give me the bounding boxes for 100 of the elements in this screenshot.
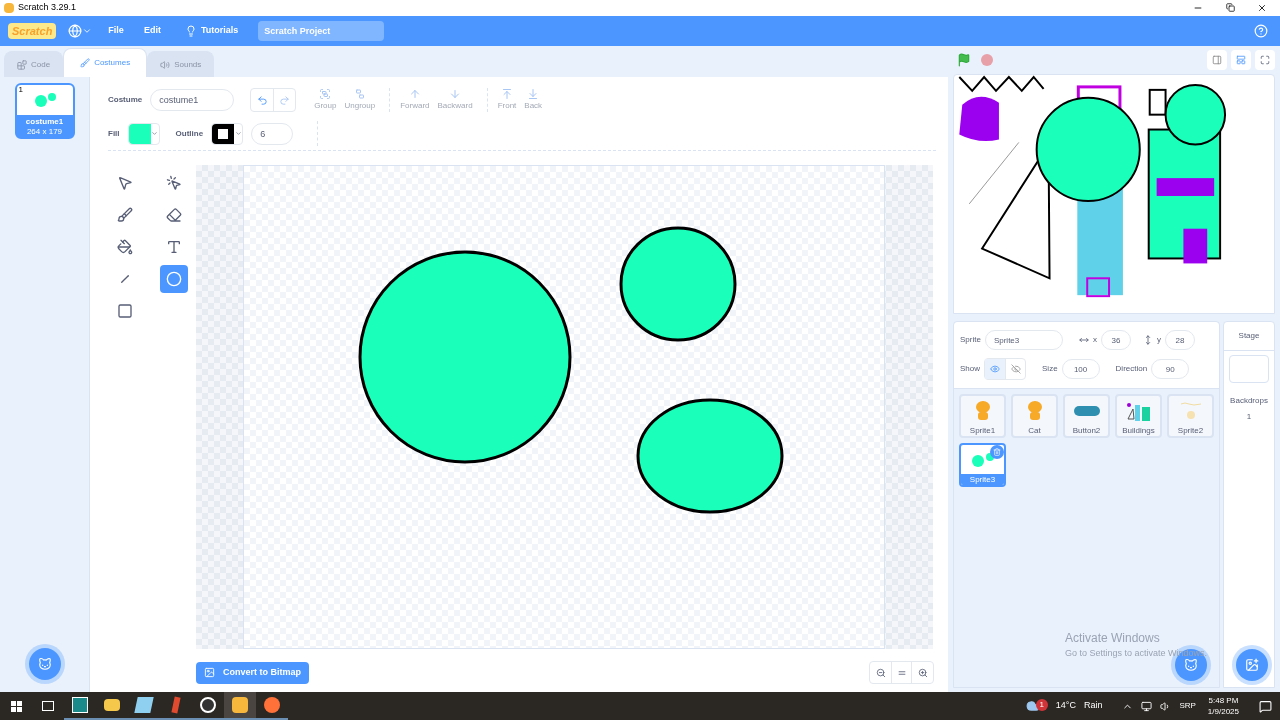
redo-icon bbox=[279, 94, 291, 106]
pill-icon bbox=[1073, 405, 1100, 416]
brush-icon bbox=[116, 207, 133, 223]
tab[interactable]: Costumes bbox=[63, 48, 148, 77]
sprite-tile[interactable]: Sprite1 bbox=[959, 394, 1006, 438]
sprite-tile[interactable]: Buildings bbox=[1115, 394, 1162, 438]
choose-costume-button[interactable] bbox=[28, 648, 61, 680]
eraser-icon bbox=[165, 207, 182, 223]
lightbulb-icon bbox=[184, 25, 197, 37]
flag-button[interactable] bbox=[957, 53, 971, 67]
costume-name-field[interactable]: costume1 bbox=[150, 89, 235, 111]
restore-icon bbox=[1225, 3, 1235, 12]
direction-field[interactable]: 90 bbox=[1151, 359, 1190, 379]
restore-button[interactable] bbox=[1224, 3, 1236, 13]
sprite-name: Button2 bbox=[1071, 425, 1102, 436]
sun-icon bbox=[1179, 400, 1202, 421]
sprite-name: Sprite1 bbox=[968, 425, 997, 436]
sprite-tile[interactable]: Cat bbox=[1011, 394, 1058, 438]
stage-label: Stage bbox=[1224, 322, 1274, 351]
size-field[interactable]: 100 bbox=[1061, 359, 1100, 379]
backdrop-thumbnail[interactable] bbox=[1229, 355, 1269, 383]
layout-icon bbox=[1236, 55, 1246, 65]
activation-text: Go to Settings to activate Windows. bbox=[1065, 646, 1208, 660]
weather-condition: Rain bbox=[1083, 699, 1103, 713]
horizontal-arrows-icon bbox=[1078, 335, 1089, 345]
outline-color-picker[interactable] bbox=[211, 122, 244, 145]
outline-width-field[interactable]: 6 bbox=[251, 122, 294, 145]
add-image-icon bbox=[1245, 658, 1259, 672]
x-label: x bbox=[1092, 334, 1097, 346]
activation-title: Activate Windows bbox=[1065, 629, 1161, 647]
text-icon bbox=[165, 239, 182, 255]
app-icon bbox=[4, 3, 14, 13]
backdrops-count: 1 bbox=[1246, 411, 1252, 423]
sprite-tile[interactable]: Sprite2 bbox=[1167, 394, 1214, 438]
sprite-tile[interactable]: Button2 bbox=[1063, 394, 1110, 438]
network-icon bbox=[1141, 700, 1153, 712]
group-icon bbox=[319, 88, 332, 100]
up-arrow-icon bbox=[408, 88, 421, 100]
cat-icon bbox=[1184, 658, 1198, 672]
speaker-icon bbox=[160, 59, 171, 70]
sprite-label: Sprite bbox=[960, 334, 981, 346]
up-to-line-icon bbox=[500, 88, 513, 100]
zoom-reset-button[interactable] bbox=[891, 662, 912, 683]
language-button[interactable] bbox=[68, 24, 93, 38]
logo[interactable]: Scratch bbox=[8, 22, 57, 40]
circle-tool[interactable] bbox=[159, 265, 188, 293]
convert-to-bitmap-button[interactable]: Convert to Bitmap bbox=[196, 661, 309, 684]
circle-icon bbox=[165, 271, 182, 287]
caret-icon bbox=[151, 130, 159, 137]
costume-item[interactable]: 1 costume1 264 x 179 bbox=[14, 83, 75, 139]
delete-button[interactable] bbox=[990, 445, 1004, 459]
fill-color-picker[interactable] bbox=[127, 122, 160, 145]
buildings-icon bbox=[1126, 400, 1151, 421]
pointer-icon bbox=[116, 175, 133, 191]
brush-icon bbox=[80, 58, 91, 68]
small-stage-button[interactable] bbox=[1207, 50, 1227, 70]
sprite-name: Cat bbox=[1027, 425, 1042, 436]
tutorials-button[interactable]: Tutorials bbox=[176, 24, 247, 38]
costume-name: costume1 bbox=[24, 117, 65, 127]
globe-icon bbox=[68, 24, 83, 38]
clock-date: 1/9/2025 bbox=[1207, 706, 1239, 717]
caret-icon bbox=[234, 130, 242, 137]
blocks-icon bbox=[17, 59, 27, 70]
eye-off-icon bbox=[1010, 364, 1021, 374]
notification-badge: 1 bbox=[1035, 699, 1048, 711]
language-indicator[interactable]: SRP bbox=[1179, 700, 1196, 712]
large-stage-button[interactable] bbox=[1231, 50, 1251, 70]
notifications-icon bbox=[1259, 699, 1272, 713]
scratch-app-icon[interactable] bbox=[224, 692, 256, 720]
fill-label: Fill bbox=[108, 127, 120, 140]
menu-item[interactable]: File bbox=[104, 24, 128, 38]
sprite-tile[interactable]: Sprite3 bbox=[959, 443, 1006, 487]
outline-label: Outline bbox=[175, 127, 204, 140]
fullscreen-button[interactable] bbox=[1255, 50, 1275, 70]
tab[interactable]: Code bbox=[4, 51, 64, 77]
sprite-name: Sprite3 bbox=[961, 474, 1004, 485]
help-icon bbox=[1254, 24, 1268, 38]
project-title-field[interactable]: Scratch Project bbox=[258, 21, 385, 41]
menu-item[interactable]: Edit bbox=[139, 24, 165, 38]
clock-time: 5:48 PM bbox=[1208, 695, 1239, 706]
choose-backdrop-button[interactable] bbox=[1236, 649, 1268, 681]
y-field[interactable]: 28 bbox=[1164, 330, 1195, 350]
close-icon bbox=[1257, 3, 1267, 13]
x-field[interactable]: 36 bbox=[1100, 330, 1131, 350]
costume-number: 1 bbox=[18, 85, 23, 94]
zoom-in-icon bbox=[917, 667, 928, 678]
eye-icon bbox=[990, 364, 1000, 374]
size-label: Size bbox=[1042, 363, 1058, 375]
fullscreen-icon bbox=[1260, 55, 1270, 65]
ungroup-icon bbox=[353, 88, 366, 100]
paint-bucket-icon bbox=[116, 239, 133, 255]
sprite-name: Sprite2 bbox=[1176, 425, 1205, 436]
sprite-name-field[interactable]: Sprite3 bbox=[984, 330, 1063, 350]
circle-shape[interactable] bbox=[358, 250, 572, 464]
tab[interactable]: Sounds bbox=[147, 51, 215, 77]
cat-icon bbox=[37, 657, 52, 671]
circle-shape[interactable] bbox=[619, 226, 737, 342]
weather-icon bbox=[1025, 699, 1040, 713]
ellipse-shape[interactable] bbox=[636, 398, 784, 514]
close-button[interactable] bbox=[1256, 3, 1268, 13]
